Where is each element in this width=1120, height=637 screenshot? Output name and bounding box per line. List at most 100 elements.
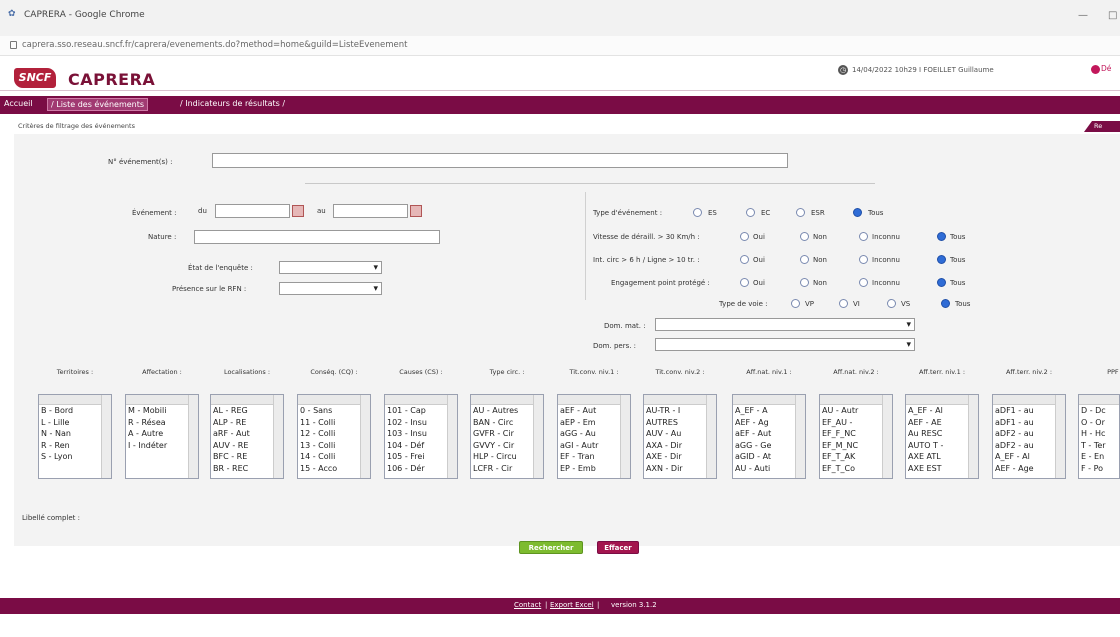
radio-track-vi[interactable] <box>839 299 848 308</box>
listbox-scrollbar[interactable] <box>968 395 978 478</box>
radio-type-es[interactable] <box>693 208 702 217</box>
listbox-empty-row[interactable] <box>1079 395 1119 405</box>
radio-circ-inconnu[interactable] <box>859 255 868 264</box>
radio-speed-inconnu[interactable] <box>859 232 868 241</box>
radio-circ-oui[interactable] <box>740 255 749 264</box>
listbox-option[interactable]: H - Hc <box>1079 428 1119 440</box>
radio-engagement-tous[interactable] <box>937 278 946 287</box>
radio-track-tous[interactable] <box>941 299 950 308</box>
listbox-option[interactable]: F - Po <box>1079 463 1119 475</box>
logout-link[interactable]: Dé <box>1101 64 1111 73</box>
listbox-header: Localisations : <box>223 368 271 376</box>
listbox-option[interactable]: D - Dc <box>1079 405 1119 417</box>
app-title: CAPRERA <box>68 70 156 89</box>
listbox-scrollbar[interactable] <box>795 395 805 478</box>
listbox-scrollbar[interactable] <box>706 395 716 478</box>
maximize-icon[interactable]: □ <box>1108 10 1117 21</box>
browser-titlebar: ✿ CAPRERA - Google Chrome — □ <box>0 0 1120 36</box>
nature-input[interactable] <box>194 230 440 244</box>
radio-circ-tous[interactable] <box>937 255 946 264</box>
radio-engagement-inconnu[interactable] <box>859 278 868 287</box>
radio-speed-non[interactable] <box>800 232 809 241</box>
clear-button[interactable]: Effacer <box>597 541 639 554</box>
listbox-scrollbar[interactable] <box>533 395 543 478</box>
listbox[interactable]: M - Mobili R - Résea A - Autre I - Indéter <box>125 394 199 479</box>
date-from-label: du <box>198 207 207 215</box>
radio-circ-tous-label: Tous <box>950 256 966 264</box>
rfn-select[interactable] <box>279 282 382 295</box>
listbox-scrollbar[interactable] <box>882 395 892 478</box>
listbox-scrollbar[interactable] <box>101 395 111 478</box>
calendar-icon[interactable] <box>410 205 422 217</box>
listbox-scrollbar[interactable] <box>447 395 457 478</box>
listbox-header: PPF : <box>1107 368 1120 376</box>
radio-engagement-oui[interactable] <box>740 278 749 287</box>
radio-speed-oui[interactable] <box>740 232 749 241</box>
listbox[interactable]: A_EF - Al AEF - AE Au RESC AUTO T - AXE ATL A… <box>905 394 979 479</box>
radio-track-vs-label: VS <box>901 300 911 308</box>
url-text[interactable]: caprera.sso.reseau.sncf.fr/caprera/evene… <box>22 40 407 50</box>
minimize-icon[interactable]: — <box>1078 10 1088 21</box>
listbox-header: Type circ. : <box>489 368 525 376</box>
radio-circ-inconnu-label: Inconnu <box>872 256 900 264</box>
event-number-label: N° événement(s) : <box>108 158 173 166</box>
radio-track-vp[interactable] <box>791 299 800 308</box>
footer-sep: | <box>545 601 548 609</box>
radio-speed-oui-label: Oui <box>753 233 765 241</box>
dom-pers-select[interactable] <box>655 338 915 351</box>
radio-type-esr[interactable] <box>796 208 805 217</box>
listbox[interactable]: aEF - Aut aEP - Em aGG - Au aGI - Autr EF - … <box>557 394 631 479</box>
listbox-scrollbar[interactable] <box>273 395 283 478</box>
radio-track-tous-label: Tous <box>955 300 971 308</box>
reset-tab[interactable]: Re <box>1084 121 1120 132</box>
event-number-input[interactable] <box>212 153 788 168</box>
listbox-header: Aff.terr. niv.2 : <box>1005 368 1053 376</box>
listbox[interactable]: aDF1 - au aDF1 - au aDF2 - au aDF2 - au A_EF… <box>992 394 1066 479</box>
listbox[interactable]: 101 - Cap 102 - Insu 103 - Insu 104 - Déf 10… <box>384 394 458 479</box>
radio-type-ec-label: EC <box>761 209 771 217</box>
listbox-scrollbar[interactable] <box>1055 395 1065 478</box>
listbox-option[interactable]: T - Ter <box>1079 440 1119 452</box>
search-button[interactable]: Rechercher <box>519 541 583 554</box>
radio-type-ec[interactable] <box>746 208 755 217</box>
listbox-scrollbar[interactable] <box>188 395 198 478</box>
listbox[interactable]: AU - Autr EF_AU - EF_F_NC EF_M_NC EF_T_AK EF_… <box>819 394 893 479</box>
enquete-select[interactable] <box>279 261 382 274</box>
nav-event-list[interactable]: / Liste des événements <box>47 98 149 111</box>
radio-speed-tous-label: Tous <box>950 233 966 241</box>
radio-circ-oui-label: Oui <box>753 256 765 264</box>
radio-type-tous[interactable] <box>853 208 862 217</box>
listbox[interactable]: D - Dc O - Or H - Hc T - Ter E - En F - Po <box>1078 394 1120 479</box>
date-to-input[interactable] <box>333 204 408 218</box>
nav-indicators[interactable]: / Indicateurs de résultats / <box>180 99 285 108</box>
nature-label: Nature : <box>148 233 177 241</box>
logout-icon[interactable] <box>1091 65 1100 74</box>
footer-contact-link[interactable]: Contact <box>514 601 541 609</box>
listbox[interactable]: A_EF - A AEF - Ag aEF - Aut aGG - Ge aGID - … <box>732 394 806 479</box>
listbox-scrollbar[interactable] <box>360 395 370 478</box>
date-from-input[interactable] <box>215 204 290 218</box>
lock-icon <box>10 41 17 49</box>
listbox[interactable]: AL - REG ALP - RE aRF - Aut AUV - RE BFC - R… <box>210 394 284 479</box>
radio-speed-tous[interactable] <box>937 232 946 241</box>
calendar-icon[interactable] <box>292 205 304 217</box>
footer-export-link[interactable]: Export Excel <box>550 601 594 609</box>
listbox-header: Territoires : <box>56 368 94 376</box>
listbox-scrollbar[interactable] <box>620 395 630 478</box>
radio-circ-non[interactable] <box>800 255 809 264</box>
listbox[interactable]: B - Bord L - Lille N - Nan R - Ren S - Lyon <box>38 394 112 479</box>
listbox-option[interactable]: E - En <box>1079 451 1119 463</box>
reset-tab-label[interactable]: Re <box>1094 122 1102 130</box>
radio-track-vs[interactable] <box>887 299 896 308</box>
address-bar[interactable]: caprera.sso.reseau.sncf.fr/caprera/evene… <box>0 36 1120 56</box>
radio-engagement-non[interactable] <box>800 278 809 287</box>
listbox-header: Aff.nat. niv.2 : <box>833 368 879 376</box>
listbox[interactable]: 0 - Sans 11 - Colli 12 - Colli 13 - Colli 14… <box>297 394 371 479</box>
nav-home[interactable]: Accueil <box>4 99 33 108</box>
listbox[interactable]: AU-TR - I AUTRES AUV - Au AXA - Dir AXE - Di… <box>643 394 717 479</box>
listbox[interactable]: AU - Autres BAN - Circ GVFR - Cir GVVY - Ci… <box>470 394 544 479</box>
radio-type-tous-label: Tous <box>868 209 884 217</box>
listbox-header: Causes (CS) : <box>399 368 443 376</box>
dom-mat-select[interactable] <box>655 318 915 331</box>
listbox-option[interactable]: O - Or <box>1079 417 1119 429</box>
